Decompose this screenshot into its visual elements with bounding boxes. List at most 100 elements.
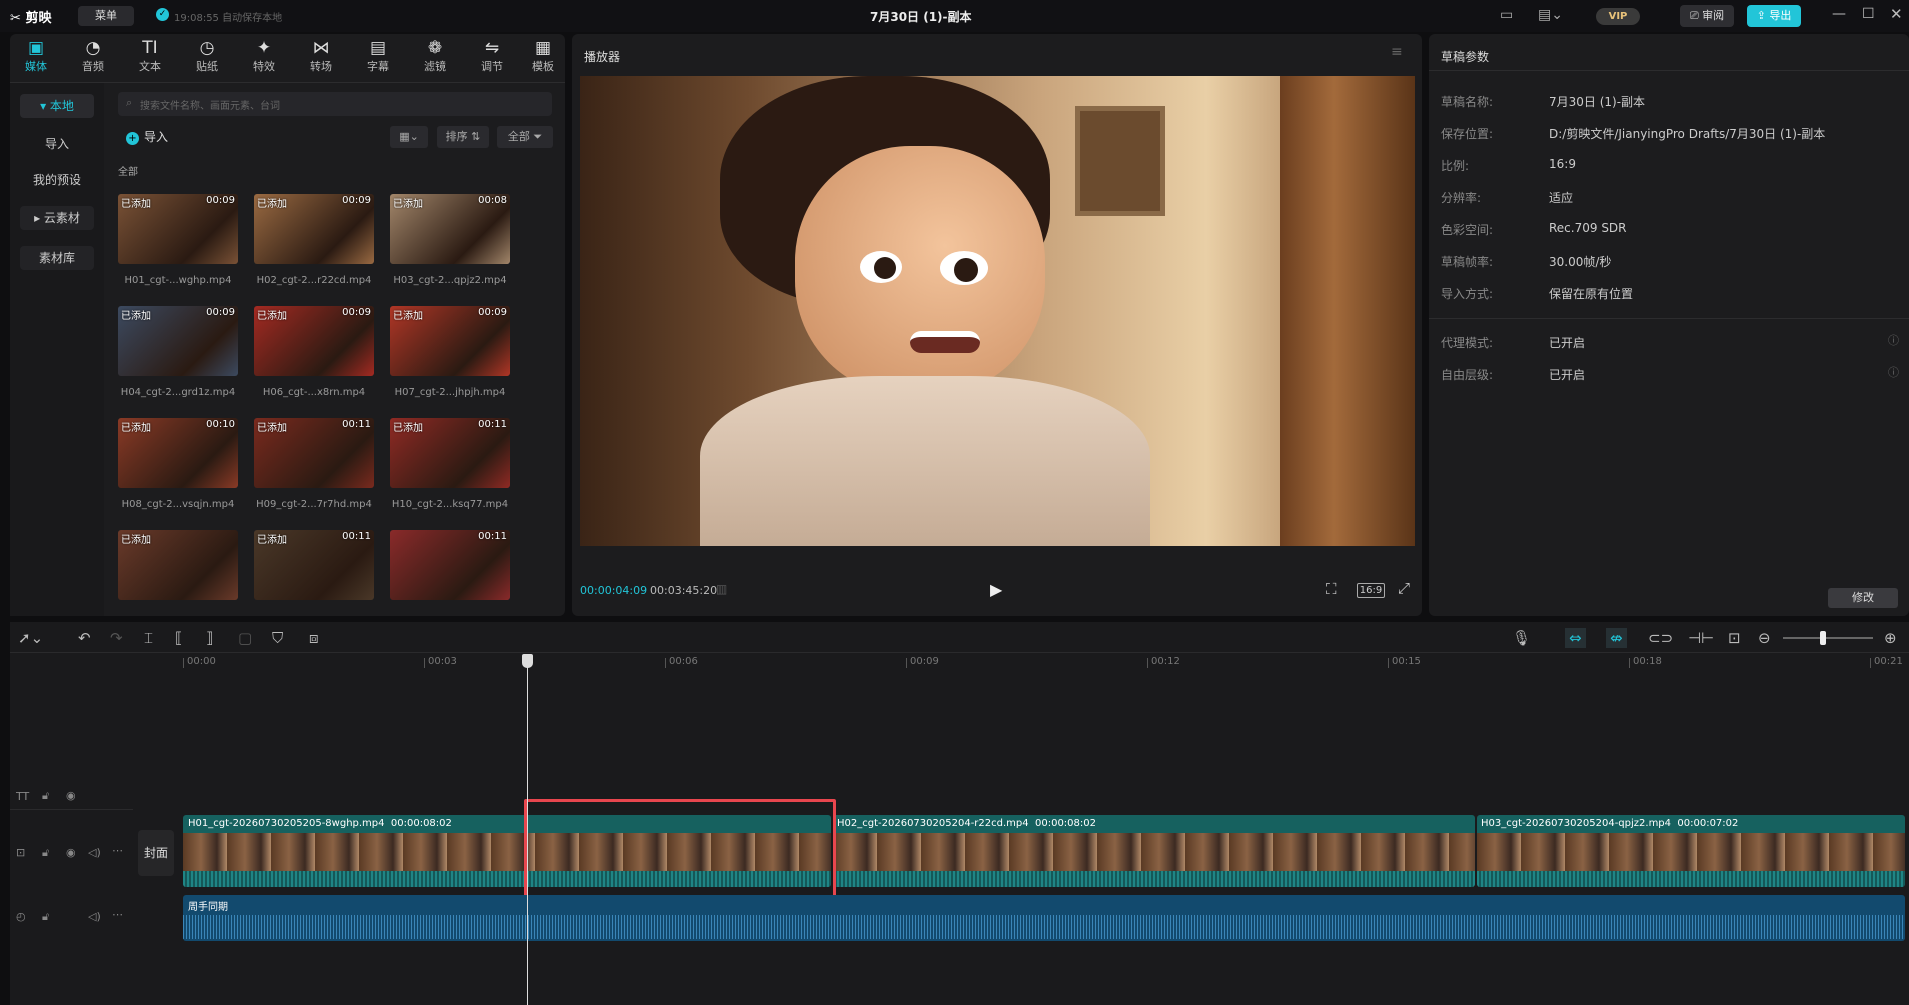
zoom-in-icon[interactable]: ⊕ xyxy=(1884,628,1897,648)
search-input[interactable]: 搜索文件名称、画面元素、台词 xyxy=(140,97,280,112)
split-icon[interactable]: ⌶ xyxy=(144,628,153,648)
preview-axis-icon[interactable]: ⊣⊢ xyxy=(1688,628,1714,648)
menu-button[interactable]: 菜单 xyxy=(78,6,134,26)
zoom-out-icon[interactable]: ⊖ xyxy=(1758,628,1771,648)
review-button[interactable]: ⎚ 审阅 xyxy=(1680,5,1734,27)
media-thumbnail[interactable]: 已添加 00:11 xyxy=(254,530,374,600)
marker-shield-icon[interactable]: ⛉ xyxy=(272,628,283,648)
link-icon[interactable]: ⊂⊃ xyxy=(1648,628,1673,648)
media-thumbnail[interactable]: 已添加 00:09 xyxy=(118,194,238,264)
audio-track-volume-icon[interactable]: ◁) xyxy=(88,910,101,923)
text-track-lock-icon[interactable]: 🔓︎ xyxy=(42,789,49,803)
playhead-line[interactable] xyxy=(527,662,528,1005)
delete-icon[interactable]: ▢ xyxy=(238,628,252,648)
media-thumbnail[interactable]: 00:11 xyxy=(390,530,510,600)
crop-icon[interactable]: ⧈ xyxy=(309,628,319,648)
draft-params-panel xyxy=(1429,34,1909,616)
draft-params-divider xyxy=(1429,70,1909,71)
select-cursor-icon[interactable]: ➚⌄ xyxy=(18,628,43,648)
sticker-icon: ◷ xyxy=(199,38,215,58)
sidebar-item-library[interactable]: 素材库 xyxy=(20,246,94,270)
autosave-check-icon: ✓ xyxy=(156,8,169,21)
audio-track-icon: ◴ xyxy=(16,910,26,923)
filter-button[interactable]: 全部 ⏷ xyxy=(497,126,553,148)
media-thumbnail[interactable]: 已添加 00:09 xyxy=(118,306,238,376)
added-badge: 已添加 xyxy=(121,423,151,434)
timeline-marker-icon[interactable]: ▥ xyxy=(716,582,727,596)
sidebar-item-presets[interactable]: 我的预设 xyxy=(20,168,94,192)
audio-track-lock-icon[interactable]: 🔓︎ xyxy=(42,910,49,924)
video-clip-h03[interactable]: H03_cgt-20260730205204-qpjz2.mp4 00:00:0… xyxy=(1477,815,1905,887)
tab-audio[interactable]: ◔ 音频 xyxy=(67,38,119,78)
video-track-audio-icon[interactable]: ◁) xyxy=(88,846,101,859)
media-thumbnail[interactable]: 已添加 00:09 xyxy=(254,306,374,376)
screenshot-icon[interactable]: ⛶ xyxy=(1326,580,1337,598)
ratio-button[interactable]: 16:9 xyxy=(1357,583,1385,598)
video-clip-h02[interactable]: H02_cgt-20260730205204-r22cd.mp4 00:00:0… xyxy=(833,815,1475,887)
layout-icon[interactable]: ▭ xyxy=(1500,7,1513,23)
minimize-icon[interactable]: — xyxy=(1832,6,1846,22)
microphone-icon[interactable]: 🎙 xyxy=(1512,628,1531,648)
media-search-box[interactable]: ⌕ 搜索文件名称、画面元素、台词 xyxy=(118,92,552,116)
sidebar-item-cloud[interactable]: ▸ 云素材 xyxy=(20,206,94,230)
media-icon: ▣ xyxy=(27,38,45,58)
media-filename: H04_cgt-2...grd1z.mp4 xyxy=(120,387,236,398)
sidebar-item-import[interactable]: 导入 xyxy=(20,132,94,156)
tab-adjust[interactable]: ⇋ 调节 xyxy=(466,38,518,78)
media-thumbnail[interactable]: 已添加 00:11 xyxy=(390,418,510,488)
tab-text[interactable]: TI 文本 xyxy=(124,38,176,78)
media-thumbnail[interactable]: 已添加 00:08 xyxy=(390,194,510,264)
player-menu-icon[interactable]: ≡ xyxy=(1391,44,1403,60)
layer-help-icon[interactable]: ⓘ xyxy=(1888,364,1899,380)
export-button[interactable]: ⇪ 导出 xyxy=(1747,5,1801,27)
zoom-slider[interactable] xyxy=(1783,637,1873,639)
character-mouth xyxy=(910,331,980,353)
video-track-lock-icon[interactable]: 🔓︎ xyxy=(42,846,49,860)
tab-subtitle[interactable]: ▤ 字幕 xyxy=(352,38,404,78)
fullscreen-icon[interactable]: ⤢ xyxy=(1398,579,1410,597)
main-track-link-icon[interactable]: ⇔ xyxy=(1565,628,1586,648)
tab-effects[interactable]: ✦ 特效 xyxy=(238,38,290,78)
vip-badge[interactable]: VIP xyxy=(1596,8,1640,25)
playhead-handle[interactable] xyxy=(522,654,533,668)
video-track-more-icon[interactable]: ⋯ xyxy=(112,844,123,857)
tab-filter[interactable]: ❁ 滤镜 xyxy=(409,38,461,78)
redo-icon[interactable]: ↷ xyxy=(110,628,123,648)
modify-button[interactable]: 修改 xyxy=(1828,588,1898,608)
ruler-label: 00:03 xyxy=(428,656,457,667)
video-preview[interactable] xyxy=(580,76,1415,546)
sidebar-item-local[interactable]: ▾ 本地 xyxy=(20,94,94,118)
draft-param-label: 自由层级: xyxy=(1441,368,1494,382)
tab-media[interactable]: ▣ 媒体 xyxy=(10,38,62,78)
close-icon[interactable]: ✕ xyxy=(1890,5,1903,23)
media-thumbnail[interactable]: 已添加 00:10 xyxy=(118,418,238,488)
clip-label: H03_cgt-20260730205204-qpjz2.mp4 00:00:0… xyxy=(1481,818,1739,829)
audio-clip[interactable]: 周手同期 xyxy=(183,895,1905,941)
zoom-slider-handle[interactable] xyxy=(1820,631,1826,645)
trim-right-icon[interactable]: ⟧ xyxy=(206,628,213,648)
autosave-status: 19:08:55 自动保存本地 xyxy=(174,13,283,24)
auto-snap-icon[interactable]: ⇎ xyxy=(1606,628,1627,648)
duration-label: 00:09 xyxy=(478,307,507,318)
tab-transition[interactable]: ⋈ 转场 xyxy=(295,38,347,78)
tab-template[interactable]: ▦ 模板 xyxy=(523,38,563,78)
proxy-help-icon[interactable]: ⓘ xyxy=(1888,332,1899,348)
view-toggle-button[interactable]: ▦⌄ xyxy=(390,126,428,148)
media-thumbnail[interactable]: 已添加 00:09 xyxy=(390,306,510,376)
media-thumbnail[interactable]: 已添加 00:09 xyxy=(254,194,374,264)
trim-left-icon[interactable]: ⟦ xyxy=(175,628,182,648)
maximize-icon[interactable]: ☐ xyxy=(1862,6,1875,22)
caption-icon[interactable]: ⊡ xyxy=(1728,628,1741,648)
sort-button[interactable]: 排序 ⇅ xyxy=(437,126,489,148)
cover-button[interactable]: 封面 xyxy=(138,830,174,876)
undo-icon[interactable]: ↶ xyxy=(78,628,91,648)
play-button[interactable]: ▶ xyxy=(990,580,1002,599)
audio-track-more-icon[interactable]: ⋯ xyxy=(112,908,123,921)
text-track-eye-icon[interactable]: ◉ xyxy=(66,789,76,802)
layout-switch-icon[interactable]: ▤⌄ xyxy=(1538,7,1563,23)
import-button[interactable]: + 导入 xyxy=(120,126,182,148)
media-thumbnail[interactable]: 已添加 00:11 xyxy=(254,418,374,488)
media-thumbnail[interactable]: 已添加 xyxy=(118,530,238,600)
tab-sticker[interactable]: ◷ 贴纸 xyxy=(181,38,233,78)
video-track-eye-icon[interactable]: ◉ xyxy=(66,846,76,859)
